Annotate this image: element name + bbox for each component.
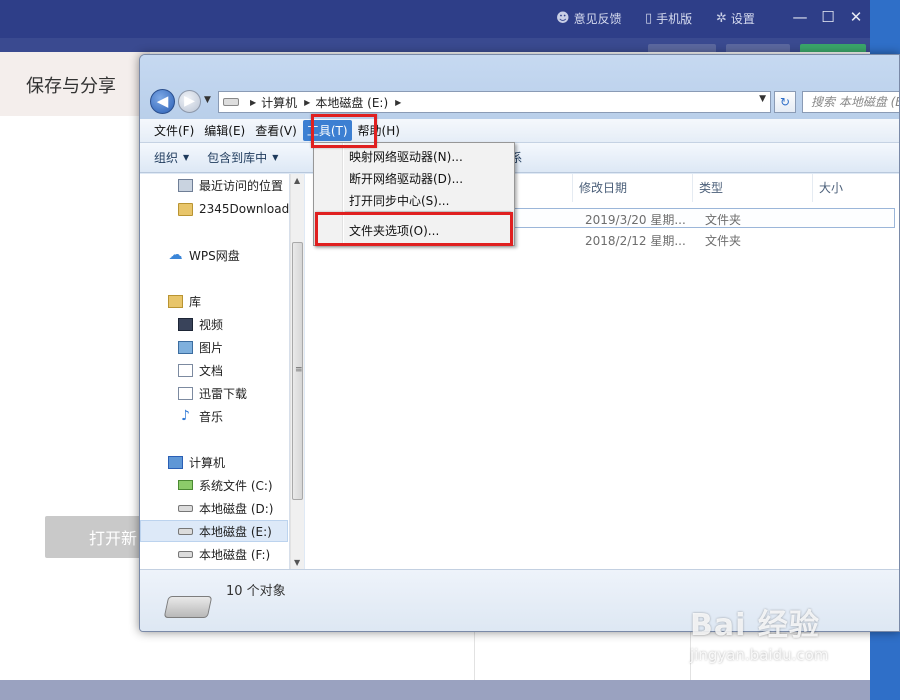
- drive-icon: [178, 504, 193, 512]
- navigation-pane: 最近访问的位置 2345Downloads ☁ WPS网盘 库 视频 图片 文档 …: [140, 174, 290, 569]
- column-header-size[interactable]: 大小: [813, 174, 899, 202]
- row-type: 文件夹: [705, 234, 742, 248]
- nav-scrollbar[interactable]: ▲ ≡ ▼: [290, 174, 304, 569]
- picture-icon: [178, 340, 193, 354]
- drive-icon: [223, 98, 239, 106]
- menu-file[interactable]: 文件(F): [150, 120, 198, 141]
- background-bottom-bar: [0, 680, 870, 700]
- nav-item-computer[interactable]: 计算机: [140, 451, 288, 473]
- explorer-titlebar: ◀ ▶ ▼ ▶ 计算机 ▶ 本地磁盘 (E:) ▶ ▼ ↻ 搜索 本地磁盘 (E…: [140, 55, 899, 119]
- document-icon: [178, 363, 193, 377]
- command-bar: 组织 ▼ 包含到库中 ▼ 系: [140, 143, 899, 173]
- forward-button[interactable]: ▶: [178, 90, 201, 113]
- nav-item-drive-c[interactable]: 系统文件 (C:): [140, 474, 288, 496]
- include-in-library-button[interactable]: 包含到库中 ▼: [207, 149, 278, 166]
- scroll-up-icon[interactable]: ▲: [294, 176, 300, 185]
- column-header-date[interactable]: 修改日期: [573, 174, 693, 202]
- search-input[interactable]: 搜索 本地磁盘 (E:): [802, 91, 899, 113]
- recent-places-icon: [178, 178, 193, 192]
- gear-icon: ✲: [716, 11, 727, 26]
- menu-edit[interactable]: 编辑(E): [200, 120, 249, 141]
- panel-title: 保存与分享: [26, 76, 116, 97]
- menu-item-disconnect-drive[interactable]: 断开网络驱动器(D)...: [349, 170, 463, 187]
- breadcrumb-separator-icon[interactable]: ▶: [395, 98, 401, 107]
- close-button[interactable]: ✕: [846, 8, 866, 26]
- nav-item-pictures[interactable]: 图片: [140, 336, 288, 358]
- grip-icon: ≡: [295, 365, 303, 375]
- nav-item-library[interactable]: 库: [140, 290, 288, 312]
- settings-link[interactable]: ✲ 设置: [716, 10, 755, 27]
- breadcrumb-separator-icon[interactable]: ▶: [250, 98, 256, 107]
- watermark-brand: Bai 经验: [690, 608, 820, 643]
- scroll-thumb[interactable]: ≡: [292, 242, 303, 500]
- system-drive-icon: [178, 480, 193, 490]
- row-date: 2019/3/20 星期...: [585, 213, 686, 227]
- explorer-window: ◀ ▶ ▼ ▶ 计算机 ▶ 本地磁盘 (E:) ▶ ▼ ↻ 搜索 本地磁盘 (E…: [139, 54, 900, 632]
- address-bar[interactable]: ▶ 计算机 ▶ 本地磁盘 (E:) ▶ ▼: [218, 91, 771, 113]
- background-topbar: ☻ 意见反馈 ▯ 手机版 ✲ 设置 — ☐ ✕: [0, 0, 900, 38]
- nav-item-music[interactable]: ♪ 音乐: [140, 405, 288, 427]
- drive-icon: [178, 527, 193, 535]
- drive-icon: [178, 550, 193, 558]
- organize-button[interactable]: 组织 ▼: [154, 149, 189, 166]
- phone-icon: ▯: [645, 11, 653, 26]
- feedback-icon: ☻: [556, 11, 570, 26]
- recent-pages-dropdown-icon[interactable]: ▼: [204, 95, 211, 105]
- nav-item-documents[interactable]: 文档: [140, 359, 288, 381]
- baidu-jingyan-watermark: Bai 经验 jingyan.baidu.com: [690, 600, 828, 664]
- menu-item-sync-center[interactable]: 打开同步中心(S)...: [349, 192, 449, 209]
- video-icon: [178, 317, 193, 331]
- refresh-icon: ↻: [779, 95, 791, 109]
- folder-icon: [178, 202, 193, 216]
- breadcrumb-drive-e[interactable]: 本地磁盘 (E:): [315, 94, 388, 111]
- nav-item-recent[interactable]: 最近访问的位置: [140, 174, 288, 196]
- scroll-down-icon[interactable]: ▼: [294, 558, 300, 567]
- nav-item-downloads[interactable]: 2345Downloads: [140, 198, 289, 220]
- drive-large-icon: [163, 596, 213, 618]
- minimize-button[interactable]: —: [790, 8, 810, 26]
- tools-menu-highlight: [311, 114, 377, 148]
- library-icon: [168, 294, 183, 308]
- download-folder-icon: [178, 386, 193, 400]
- watermark-url: jingyan.baidu.com: [690, 646, 829, 664]
- menu-item-map-drive[interactable]: 映射网络驱动器(N)...: [349, 148, 463, 165]
- nav-item-drive-f[interactable]: 本地磁盘 (F:): [140, 543, 288, 565]
- nav-item-drive-d[interactable]: 本地磁盘 (D:): [140, 497, 288, 519]
- row-date: 2018/2/12 星期...: [585, 234, 686, 248]
- item-count: 10 个对象: [226, 584, 286, 599]
- nav-item-videos[interactable]: 视频: [140, 313, 288, 335]
- maximize-button[interactable]: ☐: [818, 8, 838, 26]
- address-dropdown-icon[interactable]: ▼: [759, 94, 766, 104]
- row-type: 文件夹: [705, 213, 742, 227]
- breadcrumb-separator-icon[interactable]: ▶: [304, 98, 310, 107]
- back-button[interactable]: ◀: [150, 89, 175, 114]
- feedback-link[interactable]: ☻ 意见反馈: [556, 10, 622, 27]
- menu-bar: 文件(F) 编辑(E) 查看(V) 工具(T) 帮助(H): [140, 119, 899, 143]
- computer-icon: [168, 455, 183, 469]
- mobile-link[interactable]: ▯ 手机版: [645, 10, 692, 27]
- chevron-down-icon: ▼: [272, 153, 279, 162]
- nav-item-wps[interactable]: ☁ WPS网盘: [140, 244, 288, 266]
- column-header-type[interactable]: 类型: [693, 174, 813, 202]
- nav-item-drive-e[interactable]: 本地磁盘 (E:): [140, 520, 288, 542]
- nav-item-xunlei[interactable]: 迅雷下载: [140, 382, 288, 404]
- menu-view[interactable]: 查看(V): [251, 120, 301, 141]
- music-note-icon: ♪: [181, 407, 190, 424]
- cloud-icon: ☁: [168, 246, 183, 263]
- folder-options-highlight: [315, 212, 513, 246]
- back-arrow-icon: ◀: [156, 92, 169, 110]
- breadcrumb-computer[interactable]: 计算机: [261, 94, 297, 111]
- forward-arrow-icon: ▶: [184, 93, 195, 109]
- chevron-down-icon: ▼: [183, 153, 190, 162]
- refresh-button[interactable]: ↻: [774, 91, 796, 113]
